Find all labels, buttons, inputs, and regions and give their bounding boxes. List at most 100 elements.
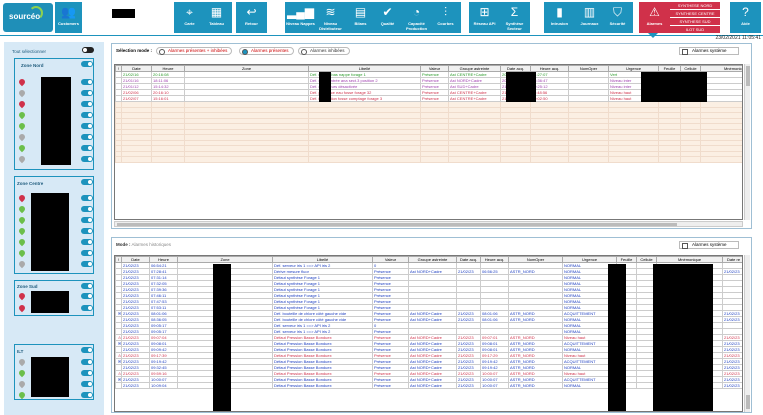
site-toggle[interactable] [81,239,93,245]
system-alarms-checkbox[interactable]: Alarmes système [679,47,739,55]
redacted-zone-list [31,193,69,271]
scroll-thumb[interactable] [746,66,750,86]
synthesis-alarm-item[interactable]: SYNTHESE NORD [670,2,720,9]
site-toggle[interactable] [81,156,93,162]
zone-filter-panel: Tout sélectionner Zone Nord Zone Centre … [4,42,104,415]
zone-centre-toggle[interactable] [81,179,93,185]
synthese-secteur-button[interactable]: Σ Synthèse Secteur [499,2,530,33]
history-mode: Mode : Alarmes historiques [116,242,171,247]
qualite-button[interactable]: ✔ Qualité [372,2,403,33]
courbes-button[interactable]: ⫶ Courbes [430,2,461,33]
sourceo-logo: sourcéo [3,3,53,32]
toolbar-button-label: Customers [58,21,79,26]
alarmes-button[interactable]: ⚠ Alarmes [639,2,670,33]
empty-cell [680,156,701,163]
zone-ilt-toggle[interactable] [81,347,93,353]
empty-cell [308,156,421,163]
alarm-bell-icon: ⚠ [649,5,660,19]
synthesis-alarm-item[interactable]: SYNTHESE SUD [670,18,720,25]
toolbar-button-label: Synthèse Secteur [505,21,524,31]
site-toggle[interactable] [81,112,93,118]
radio-present[interactable]: Alarmes présentes [239,47,294,55]
zone-label: Zone Centre [17,181,44,186]
site-toggle[interactable] [81,228,93,234]
history-scrollbar[interactable] [744,255,750,412]
zone-nord-toggle[interactable] [81,61,93,67]
table-icon: ▦ [210,5,223,19]
site-toggle[interactable] [81,123,93,129]
current-alarms-scrollbar[interactable] [744,64,750,220]
zone-sud-toggle[interactable] [81,283,93,289]
current-alarms-hscrollbar[interactable] [114,221,743,227]
gauge-icon: ◔ [412,5,421,19]
capacite-production-button[interactable]: ◔ Capacité Production [401,2,432,33]
logo-arc-icon [29,6,43,20]
select-all-toggle[interactable] [82,47,94,53]
site-toggle[interactable] [81,392,93,398]
securite-button[interactable]: ⛉ Sécurité [602,2,633,33]
intrusion-button[interactable]: ▮ Intrusion [544,2,575,33]
customers-button[interactable]: 👥 Customers [55,2,82,33]
niveau-distributeur-button[interactable]: ≋ Niveau Distributeur [315,2,346,33]
toolbar-button-label: Aide [741,21,750,26]
aide-button[interactable]: ? Aide [730,2,761,33]
mode-label: Mode : [116,242,131,247]
table-cell: 21/02/23 [121,382,150,389]
synthesis-alarm-item[interactable]: ILOT SUD [670,26,720,33]
zone-nord-box: Zone Nord [14,58,94,170]
site-toggle[interactable] [81,90,93,96]
synthesis-alarm-item[interactable]: SYNTHESE CENTRE [670,10,720,17]
site-toggle[interactable] [81,250,93,256]
location-pin-icon [17,77,27,87]
current-alarms-grid[interactable]: ! Date Heure Zone Libellé Valeur Groupe astrei… [114,64,743,220]
site-toggle[interactable] [81,101,93,107]
location-pin-icon [17,99,27,109]
history-header: Mode : Alarmes historiques Alarmes systè… [112,238,751,252]
table-cell: 21/02/23 [722,370,742,377]
empty-cell [151,156,185,163]
table-cell: Ast NORD+Cadre [408,382,457,389]
table-cell: 21/02/23 [722,382,742,389]
table-row[interactable]: 21/02/23 10:09:04 Défaut Pression Basse Bo… [115,382,742,389]
table-cell: Présence [372,382,409,389]
site-toggle[interactable] [81,145,93,151]
empty-cell [121,156,152,163]
site-toggle[interactable] [81,293,93,299]
radio-present-inhibited[interactable]: Alarmes présentes + inhibées [156,47,233,55]
location-pin-icon [17,121,27,131]
toolbar-button-label: Niveau Distributeur [319,21,342,31]
site-toggle[interactable] [81,134,93,140]
reseau-api-button[interactable]: ⊞ Réseau API [469,2,500,33]
site-toggle[interactable] [81,79,93,85]
acknowledge-icon: ✉ [117,359,122,364]
history-system-alarms-checkbox[interactable]: Alarmes système [679,241,739,249]
site-toggle[interactable] [81,381,93,387]
redacted-box [112,9,135,18]
hscroll-thumb[interactable] [117,223,677,226]
site-toggle[interactable] [81,305,93,311]
location-pin-icon [17,193,27,203]
zone-sud-box: Zone Sud [14,280,94,316]
mode-value[interactable]: Alarmes historiques [132,242,172,247]
history-alarms-grid[interactable]: ! Date Heure Zone Libellé Valeur Groupe astrei… [114,255,743,412]
curves-icon: ⫶ [443,5,447,19]
journaux-button[interactable]: ▥ Journaux [574,2,605,33]
tableau-button[interactable]: ▦ Tableau [201,2,232,33]
radio-inhibited[interactable]: Alarmes inhibées [298,47,350,55]
retour-button[interactable]: ↩ Retour [236,2,267,33]
column-header[interactable]: Date acq. [456,256,481,263]
zone-centre-box: Zone Centre [14,176,94,274]
site-toggle[interactable] [81,359,93,365]
site-toggle[interactable] [81,370,93,376]
site-toggle[interactable] [81,195,93,201]
niveau-nappes-button[interactable]: ▂▄▆ Niveau Nappes [285,2,316,33]
site-toggle[interactable] [81,261,93,267]
scroll-thumb[interactable] [746,395,750,409]
toolbar-button-label: Capacité Production [405,21,428,31]
synthesis-alarm-stack[interactable]: SYNTHESE NORD SYNTHESE CENTRE SYNTHESE SUD… [670,2,720,34]
site-toggle[interactable] [81,206,93,212]
check-circle-icon: ✔ [382,5,393,19]
empty-cell [700,156,742,163]
site-toggle[interactable] [81,217,93,223]
redacted-operator-column [506,72,536,102]
